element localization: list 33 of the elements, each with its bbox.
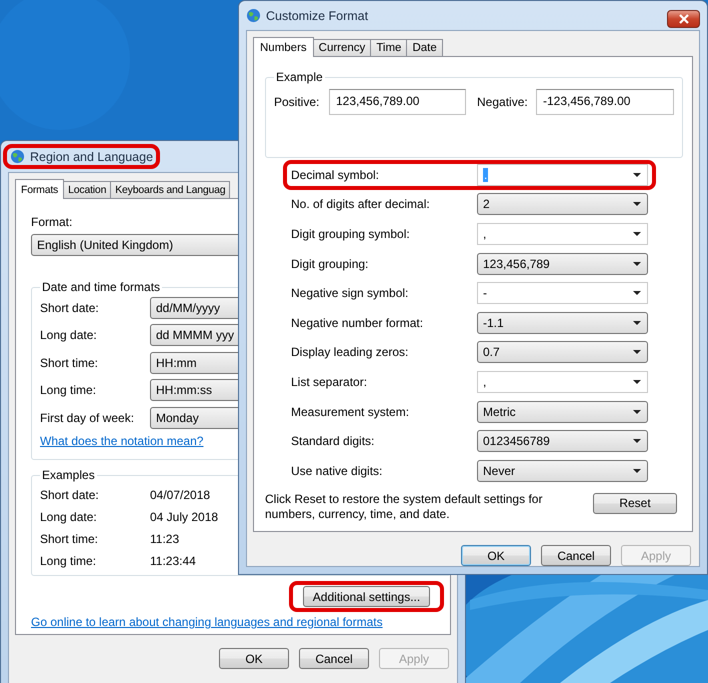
field-label: Negative: bbox=[477, 95, 529, 109]
example-label: Long date: bbox=[40, 510, 98, 524]
setting-label: Negative number format: bbox=[291, 316, 424, 330]
field-label: First day of week: bbox=[40, 410, 136, 425]
example-value: 04/07/2018 bbox=[150, 488, 210, 502]
example-value: 11:23:44 bbox=[150, 554, 196, 568]
field-label: Long time: bbox=[40, 383, 98, 398]
group-title: Examples bbox=[41, 468, 96, 482]
field-label: Short date: bbox=[40, 300, 100, 315]
setting-label: Display leading zeros: bbox=[291, 345, 410, 360]
setting-label: Digit grouping: bbox=[291, 256, 370, 271]
example-label: Long time: bbox=[40, 554, 98, 568]
group-title: Date and time formats bbox=[41, 280, 162, 294]
field-label: Format: bbox=[31, 214, 74, 230]
field-label: Short time: bbox=[40, 356, 100, 370]
field-label: Long date: bbox=[40, 328, 98, 342]
example-value: 04 July 2018 bbox=[150, 510, 218, 524]
reset-note: Click Reset to restore the system default settings for numbers, currency, time, and date. bbox=[265, 492, 544, 522]
setting-label: No. of digits after decimal: bbox=[291, 197, 431, 212]
setting-label: Digit grouping symbol: bbox=[291, 226, 411, 241]
example-value: 11:23 bbox=[150, 532, 180, 546]
example-label: Short date: bbox=[40, 488, 100, 502]
field-label: Positive: bbox=[274, 95, 320, 109]
setting-label: Measurement system: bbox=[291, 404, 410, 419]
setting-label: Standard digits: bbox=[291, 434, 376, 448]
setting-label: List separator: bbox=[291, 374, 368, 389]
window-title: Customize Format bbox=[266, 8, 368, 22]
setting-label: Use native digits: bbox=[291, 464, 384, 478]
setting-label: Negative sign symbol: bbox=[291, 286, 410, 300]
window-title: Region and Language bbox=[30, 150, 154, 164]
setting-label: Decimal symbol: bbox=[291, 168, 380, 182]
group-title: Example bbox=[275, 70, 324, 84]
example-label: Short time: bbox=[40, 532, 100, 546]
